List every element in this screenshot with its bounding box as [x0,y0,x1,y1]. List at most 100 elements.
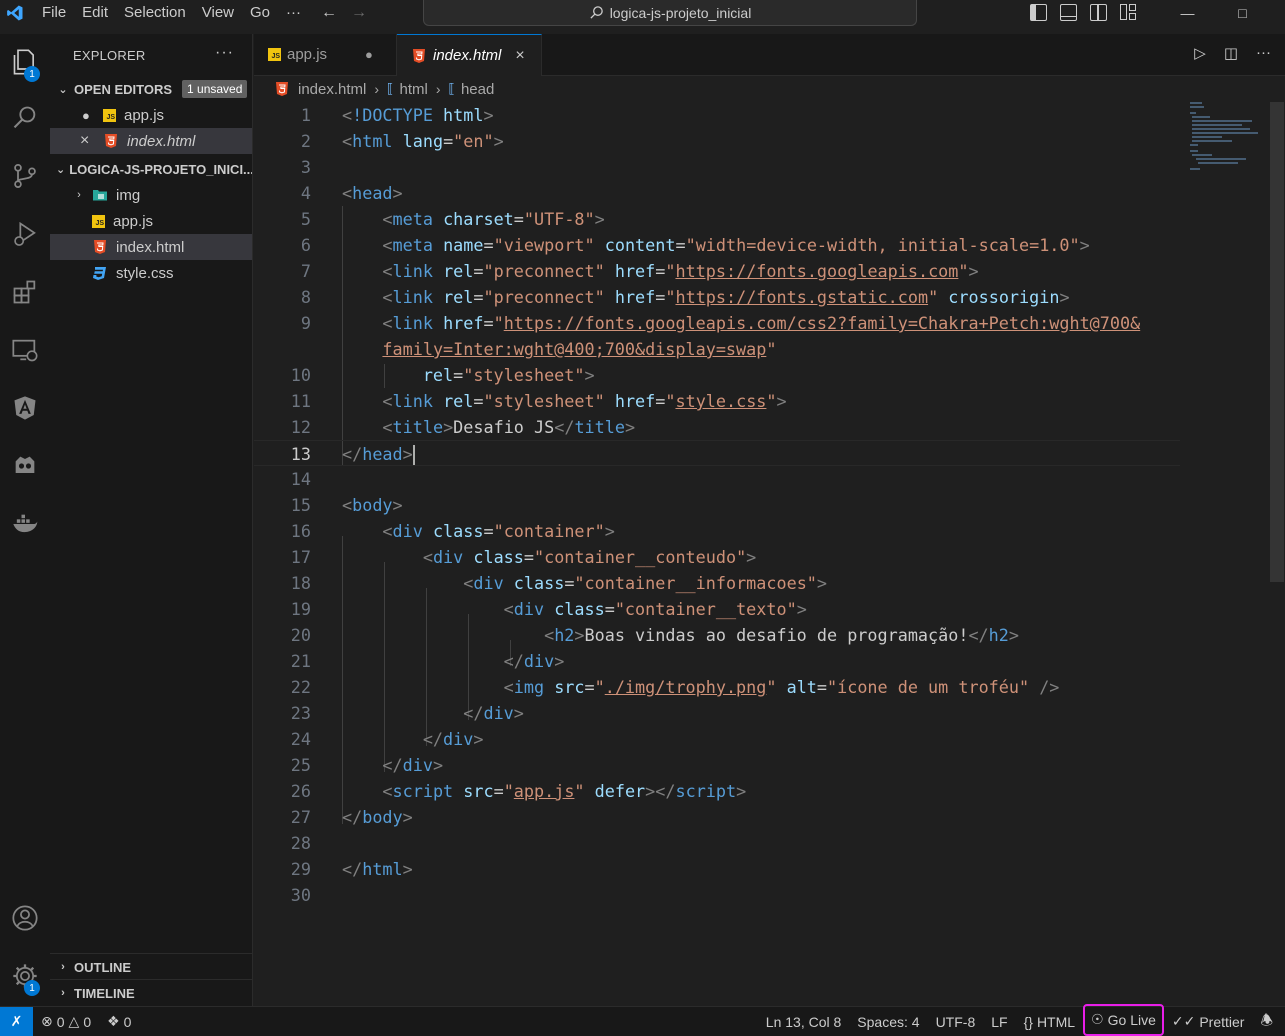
code-line: 10 rel="stylesheet"> [290,365,595,385]
breadcrumb-file[interactable]: index.html [298,81,366,98]
docker-icon[interactable] [0,502,50,546]
menu-view[interactable]: View [194,0,242,26]
notifications-bell-icon[interactable]: 🕭 [1252,1010,1285,1034]
customize-layout-icon[interactable] [1120,4,1137,21]
forward-arrow-icon[interactable]: → [351,4,367,22]
unsaved-dot-icon[interactable]: ● [82,108,94,123]
end-of-line[interactable]: LF [983,1014,1015,1030]
godot-icon[interactable] [0,444,50,488]
command-center-search[interactable]: logica-js-projeto_inicial [423,0,917,26]
open-editor-label: index.html [127,132,196,150]
indentation[interactable]: Spaces: 4 [849,1014,927,1030]
chevron-down-icon: ⌄ [58,83,68,96]
tab-appjs[interactable]: JS app.js ● [254,34,397,75]
explorer-icon[interactable]: 1 [0,40,50,84]
menu-selection[interactable]: Selection [116,0,194,26]
breadcrumb-html[interactable]: html [399,81,427,98]
back-arrow-icon[interactable]: ← [321,4,337,22]
close-tab-icon[interactable]: × [515,47,524,65]
menu-more[interactable]: ··· [278,0,309,26]
remote-explorer-icon[interactable] [0,328,50,372]
code-line: 15 <body> [290,495,403,515]
symbol-element-icon: ⟦ [448,81,455,96]
folder-item-img[interactable]: › img [50,182,252,208]
broadcast-icon: ☉ [1091,1011,1104,1027]
go-live-button[interactable]: ☉ Go Live [1083,1003,1164,1036]
close-editor-icon[interactable]: × [80,132,94,150]
outline-section[interactable]: › OUTLINE [50,953,253,980]
run-debug-icon[interactable] [0,212,50,256]
extensions-icon[interactable] [0,270,50,314]
braces-icon: {​} [1023,1013,1033,1030]
tab-label: index.html [433,47,502,64]
split-editor-icon[interactable]: ◫ [1224,44,1238,62]
code-line: 6 <meta name="viewport" content="width=d… [300,235,1090,255]
open-editors-header[interactable]: ⌄ OPEN EDITORS 1 unsaved [50,76,252,102]
open-editor-item[interactable]: × index.html [50,128,252,154]
toggle-primary-sidebar-icon[interactable] [1030,4,1047,21]
menu-edit[interactable]: Edit [74,0,116,26]
code-line: 5 <meta charset="UTF-8"> [300,209,605,229]
code-line: 7 <link rel="preconnect" href="https://f… [300,261,979,281]
more-actions-icon[interactable]: ··· [1256,44,1271,62]
prettier-indicator[interactable]: ✓✓ Prettier [1164,1013,1253,1030]
code-line: 21 </div> [290,651,565,671]
code-line: 14 [290,469,311,489]
code-line: 26 <script src="app.js" defer></script> [290,781,747,801]
maximize-icon[interactable]: □ [1215,5,1270,21]
explorer-more-actions[interactable]: ··· [215,44,234,62]
angular-icon[interactable] [0,386,50,430]
explorer-sidebar: EXPLORER ··· ⌄ OPEN EDITORS 1 unsaved ● … [50,34,253,1006]
account-icon[interactable] [0,896,50,940]
breadcrumb-head[interactable]: head [461,81,494,98]
unsaved-badge: 1 unsaved [182,80,248,98]
broadcast-icon: ❖ [107,1013,120,1029]
html-file-icon [274,81,290,97]
minimap[interactable] [1188,102,1268,172]
menu-go[interactable]: Go [242,0,278,26]
language-mode[interactable]: {​} HTML [1016,1014,1083,1030]
file-item-appjs[interactable]: JS app.js [50,208,252,234]
tree-item-label: app.js [113,212,154,230]
settings-gear-icon[interactable]: 1 [0,954,50,998]
language-label: HTML [1036,1013,1076,1030]
toggle-secondary-sidebar-icon[interactable] [1090,4,1107,21]
search-label: logica-js-projeto_inicial [609,4,752,21]
go-live-label: Go Live [1107,1011,1156,1028]
timeline-section[interactable]: › TIMELINE [50,979,253,1006]
encoding[interactable]: UTF-8 [928,1014,984,1030]
js-file-icon: JS [268,48,281,61]
run-icon[interactable]: ▷ [1194,44,1206,62]
symbol-element-icon: ⟦ [387,81,394,96]
open-editor-item[interactable]: ● JS app.js [50,102,252,128]
source-control-icon[interactable] [0,154,50,198]
minimize-icon[interactable]: — [1160,5,1215,21]
code-line: family=Inter:wght@400;700&display=swap" [382,339,777,359]
toggle-panel-icon[interactable] [1060,4,1077,21]
double-check-icon: ✓✓ [1171,1013,1196,1029]
tab-indexhtml[interactable]: index.html × [397,34,542,76]
code-line: 1 <!DOCTYPE html> [300,105,494,125]
prettier-label: Prettier [1199,1013,1245,1030]
file-item-stylecss[interactable]: style.css [50,260,252,286]
menu-file[interactable]: File [34,0,74,26]
explorer-badge: 1 [24,66,40,82]
open-editors-label: OPEN EDITORS [74,81,173,97]
close-icon[interactable]: ✕ [1270,5,1285,22]
remote-indicator-icon[interactable]: ✗ [0,1007,33,1036]
code-editor[interactable]: 1 <!DOCTYPE html> 2 <html lang="en"> 3 4 <h… [254,102,1285,1006]
error-icon: ⊗ [41,1013,53,1029]
vertical-scrollbar[interactable] [1270,102,1284,582]
ports-indicator[interactable]: ❖ 0 [99,1013,139,1030]
code-line: 11 <link rel="stylesheet" href="style.cs… [290,391,787,411]
code-line: 16 <div class="container"> [290,521,615,541]
error-count: 0 [56,1013,65,1030]
project-folder-header[interactable]: ⌄ LOGICA-JS-PROJETO_INICI... [50,156,252,182]
problems-indicator[interactable]: ⊗ 0 △ 0 [33,1013,99,1030]
code-line: 23 </div> [290,703,524,723]
cursor-position[interactable]: Ln 13, Col 8 [758,1014,850,1030]
activity-bar: 1 1 [0,34,50,1006]
search-icon[interactable] [0,96,50,140]
unsaved-dot-icon[interactable]: ● [365,47,373,62]
file-item-indexhtml[interactable]: index.html [50,234,252,260]
